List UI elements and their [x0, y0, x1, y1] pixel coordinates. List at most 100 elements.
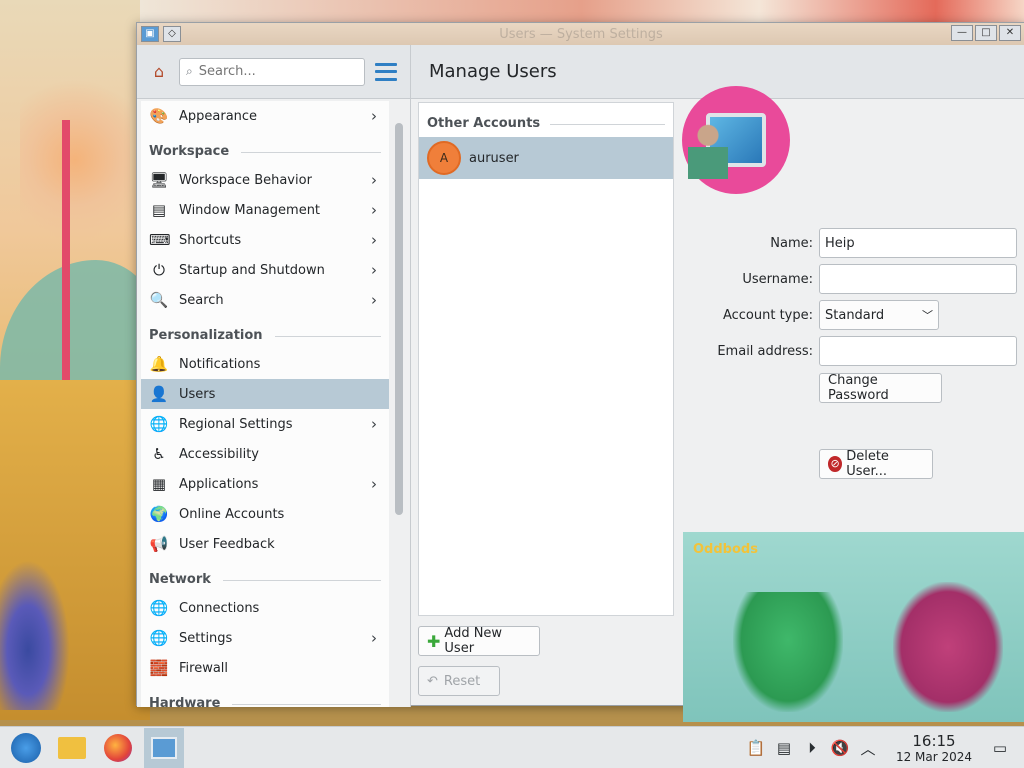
pink-character [893, 582, 1003, 712]
sidebar-item-users[interactable]: 👤 Users [141, 379, 389, 409]
feedback-icon: 📢 [149, 535, 169, 553]
sidebar-item-applications[interactable]: ▦ Applications › [141, 469, 389, 499]
sidebar-item-accessibility[interactable]: ♿ Accessibility [141, 439, 389, 469]
connections-icon: 🌐 [149, 599, 169, 617]
sidebar-item-label: Search [179, 292, 224, 308]
search-icon: 🔍 [149, 291, 169, 309]
sidebar-item-firewall[interactable]: 🧱 Firewall [141, 653, 389, 683]
chevron-right-icon: › [371, 261, 377, 279]
chevron-right-icon: › [371, 291, 377, 309]
taskbar: 📋 ▤ ⏵ 🔇 ︿ 16:15 12 Mar 2024 ▭ [0, 726, 1024, 768]
volume-muted-icon[interactable]: 🔇 [826, 739, 854, 757]
sidebar-section-label: Network [149, 572, 211, 587]
firewall-icon: 🧱 [149, 659, 169, 677]
sidebar-item-appearance[interactable]: 🎨 Appearance › [141, 101, 389, 131]
wallpaper-plant [0, 560, 70, 710]
sidebar-header: ⌂ ⌕ [137, 45, 410, 99]
wallpaper-top [140, 0, 1024, 24]
delete-user-button[interactable]: ⊘ Delete User... [819, 449, 933, 479]
sidebar-item-window-management[interactable]: ▤ Window Management › [141, 195, 389, 225]
notes-icon[interactable]: ▤ [770, 739, 798, 757]
sidebar-section-workspace: Workspace [141, 131, 389, 165]
email-field[interactable] [819, 336, 1017, 366]
chevron-down-icon: ﹀ [922, 309, 933, 322]
person-icon [688, 123, 728, 179]
home-icon[interactable]: ⌂ [149, 62, 169, 82]
system-tray: 📋 ▤ ⏵ 🔇 ︿ 16:15 12 Mar 2024 ▭ [742, 727, 1024, 768]
start-menu-icon[interactable] [6, 728, 46, 768]
sidebar-section-label: Workspace [149, 144, 230, 159]
window-title: Users — System Settings [499, 26, 663, 42]
change-password-button[interactable]: Change Password [819, 373, 942, 403]
sidebar-item-online-accounts[interactable]: 🌍 Online Accounts [141, 499, 389, 529]
show-desktop-icon[interactable]: ▭ [986, 739, 1014, 757]
sidebar-item-settings[interactable]: 🌐 Settings › [141, 623, 389, 653]
clipboard-icon[interactable]: 📋 [742, 739, 770, 757]
sidebar-item-workspace-behavior[interactable]: 🖥 Workspace Behavior › [141, 165, 389, 195]
account-type-label: Account type: [722, 308, 813, 323]
sidebar-item-startup-and-shutdown[interactable]: ⏻ Startup and Shutdown › [141, 255, 389, 285]
chevron-right-icon: › [371, 231, 377, 249]
keyboard-icon: ⌨ [149, 231, 171, 249]
sidebar-item-label: Notifications [179, 356, 261, 372]
sidebar-item-connections[interactable]: 🌐 Connections [141, 593, 389, 623]
account-avatar: A [427, 141, 461, 175]
chevron-right-icon: › [371, 171, 377, 189]
username-field[interactable] [819, 264, 1017, 294]
reset-button[interactable]: ↶ Reset [418, 666, 500, 696]
sidebar-item-user-feedback[interactable]: 📢 User Feedback [141, 529, 389, 559]
account-item-auruser[interactable]: A auruser [419, 137, 673, 179]
chevron-up-icon[interactable]: ︿ [854, 738, 882, 759]
search-input[interactable] [198, 64, 349, 79]
chevron-right-icon: › [371, 201, 377, 219]
globe-icon: 🌐 [149, 415, 169, 433]
chevron-right-icon: › [371, 629, 377, 647]
accounts-header: Other Accounts [419, 103, 673, 137]
wallpaper-tree [20, 60, 130, 260]
monitor-icon [688, 113, 766, 179]
maximize-button[interactable]: □ [975, 25, 997, 41]
sidebar-scrollbar[interactable] [395, 123, 403, 515]
chevron-right-icon: › [371, 415, 377, 433]
file-manager-icon[interactable] [52, 728, 92, 768]
sidebar-section-network: Network [141, 559, 389, 593]
minimize-button[interactable]: — [951, 25, 973, 41]
sidebar: ⌂ ⌕ 🎨 Appearance › Workspace 🖥 Workspace Beha… [137, 45, 411, 707]
email-label: Email address: [717, 344, 813, 359]
green-character [733, 592, 843, 712]
plus-icon: ✚ [427, 631, 441, 651]
close-button[interactable]: ✕ [999, 25, 1021, 41]
title-bar[interactable]: ▣ ◇ Users — System Settings — □ ✕ [137, 23, 1024, 45]
startup-icon: ⏻ [153, 261, 165, 279]
media-play-icon[interactable]: ⏵ [798, 739, 826, 757]
firefox-icon[interactable] [98, 728, 138, 768]
sidebar-item-notifications[interactable]: 🔔 Notifications [141, 349, 389, 379]
sidebar-item-search[interactable]: 🔍 Search › [141, 285, 389, 315]
add-new-user-button[interactable]: ✚ Add New User [418, 626, 540, 656]
sidebar-item-regional-settings[interactable]: 🌐 Regional Settings › [141, 409, 389, 439]
bell-icon: 🔔 [149, 355, 169, 373]
accessibility-icon: ♿ [152, 445, 166, 463]
hamburger-menu-icon[interactable] [375, 62, 397, 81]
sidebar-item-label: Accessibility [179, 446, 259, 462]
sidebar-item-label: Window Management [179, 202, 321, 218]
wallpaper-trunk [62, 120, 70, 380]
system-settings-task-icon[interactable] [144, 727, 184, 768]
sidebar-section-label: Personalization [149, 328, 263, 343]
sidebar-item-shortcuts[interactable]: ⌨ Shortcuts › [141, 225, 389, 255]
window-icon: ▤ [151, 201, 167, 219]
sidebar-item-label: User Feedback [179, 536, 275, 552]
workspace-icon: 🖥 [149, 171, 169, 189]
account-type-select[interactable]: Standard ﹀ [819, 300, 939, 330]
sidebar-section-label: Hardware [149, 696, 221, 707]
sidebar-section-personalization: Personalization [141, 315, 389, 349]
search-box[interactable]: ⌕ [179, 57, 365, 86]
name-label: Name: [770, 236, 813, 251]
user-avatar[interactable] [682, 86, 790, 194]
name-field[interactable]: Heip [819, 228, 1017, 258]
clock[interactable]: 16:15 12 Mar 2024 [888, 732, 980, 764]
video-overlay[interactable]: Oddbods [683, 532, 1024, 722]
network-settings-icon: 🌐 [149, 629, 169, 647]
appearance-icon: 🎨 [149, 107, 169, 125]
account-name: auruser [469, 150, 519, 166]
